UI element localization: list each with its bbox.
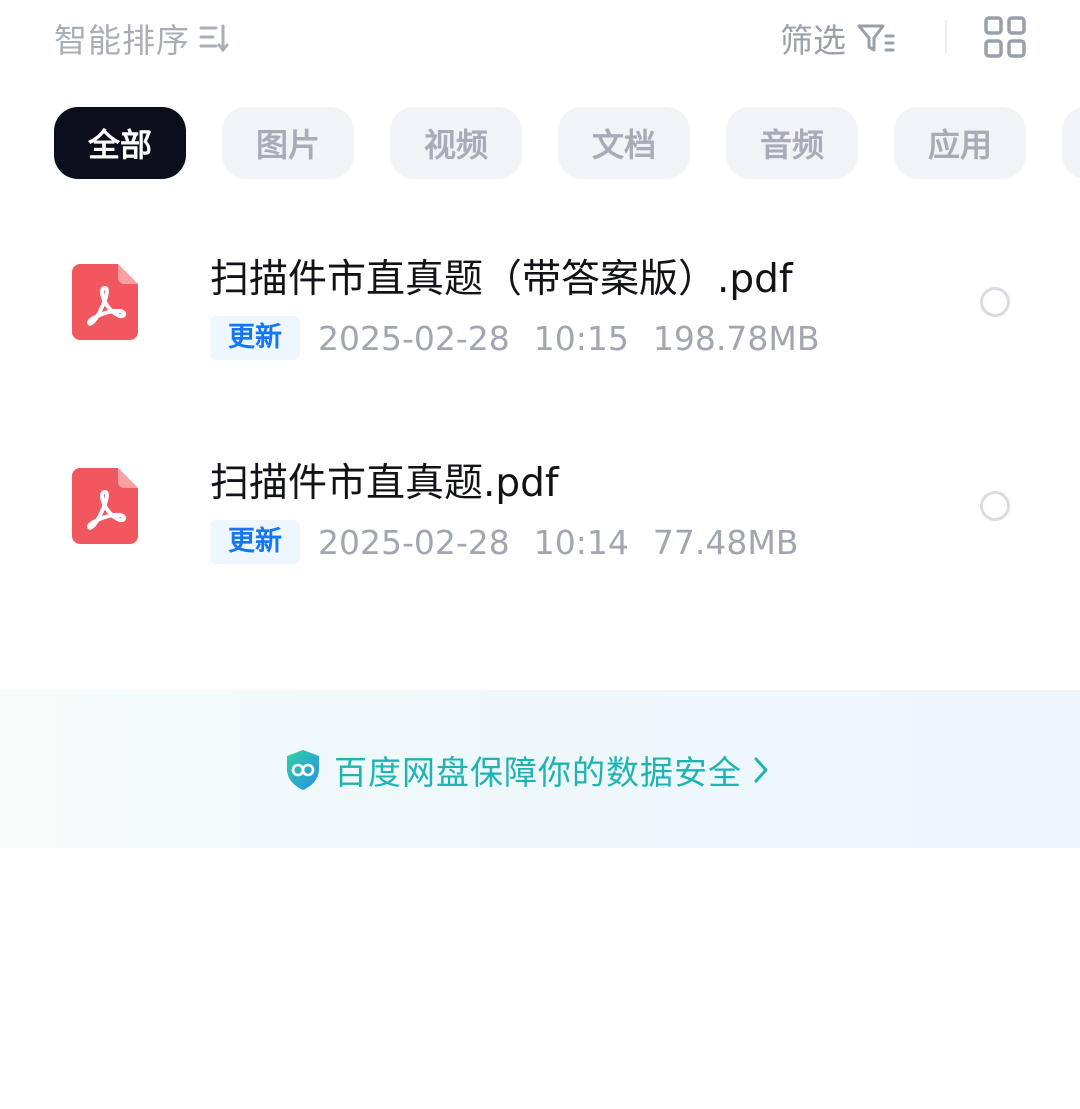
file-list-item[interactable]: 扫描件市直真题（带答案版）.pdf 更新 2025-02-28 10:15 19… <box>0 228 1080 388</box>
select-checkbox[interactable] <box>980 287 1010 317</box>
tab-videos[interactable]: 视频 <box>390 107 522 179</box>
chevron-right-icon <box>754 757 768 783</box>
file-meta: 更新 2025-02-28 10:14 77.48MB <box>210 520 798 564</box>
file-date: 2025-02-28 <box>318 318 510 358</box>
file-meta: 更新 2025-02-28 10:15 198.78MB <box>210 316 819 360</box>
security-banner: 百度网盘保障你的数据安全 <box>0 690 1080 848</box>
toolbar-divider <box>945 20 947 54</box>
filter-button[interactable]: 筛选 <box>780 16 896 60</box>
grid-view-icon <box>984 16 1026 58</box>
file-browser-page: 智能排序 筛选 全部 图片 视频 文档 音频 应用 扫描件市直真题（带答案版）.… <box>0 0 1080 1109</box>
select-checkbox[interactable] <box>980 491 1010 521</box>
toolbar: 智能排序 筛选 <box>0 0 1080 80</box>
file-list-item[interactable]: 扫描件市直真题.pdf 更新 2025-02-28 10:14 77.48MB <box>0 432 1080 592</box>
tab-audio[interactable]: 音频 <box>726 107 858 179</box>
security-banner-link[interactable]: 百度网盘保障你的数据安全 <box>284 748 770 792</box>
tab-all[interactable]: 全部 <box>54 107 186 179</box>
pdf-file-icon <box>72 264 138 340</box>
filter-icon <box>857 24 895 52</box>
file-time: 10:15 <box>533 318 629 358</box>
file-name: 扫描件市直真题（带答案版）.pdf <box>210 257 793 302</box>
update-badge: 更新 <box>210 316 300 360</box>
file-name: 扫描件市直真题.pdf <box>210 461 559 506</box>
update-badge: 更新 <box>210 520 300 564</box>
tab-images[interactable]: 图片 <box>222 107 354 179</box>
file-size: 77.48MB <box>652 522 799 562</box>
pdf-file-icon <box>72 468 138 544</box>
tab-apps[interactable]: 应用 <box>894 107 1026 179</box>
tab-more[interactable] <box>1062 107 1080 179</box>
category-tabs: 全部 图片 视频 文档 音频 应用 <box>54 107 1080 179</box>
smart-sort-button[interactable]: 智能排序 <box>54 16 234 60</box>
security-shield-icon <box>287 750 319 790</box>
file-size: 198.78MB <box>652 318 820 358</box>
security-banner-text: 百度网盘保障你的数据安全 <box>334 753 742 792</box>
grid-view-button[interactable] <box>983 15 1027 59</box>
filter-label: 筛选 <box>780 21 846 60</box>
file-time: 10:14 <box>533 522 629 562</box>
tab-documents[interactable]: 文档 <box>558 107 690 179</box>
sort-label: 智能排序 <box>54 21 190 60</box>
sort-descending-icon <box>199 24 229 53</box>
file-date: 2025-02-28 <box>318 522 510 562</box>
